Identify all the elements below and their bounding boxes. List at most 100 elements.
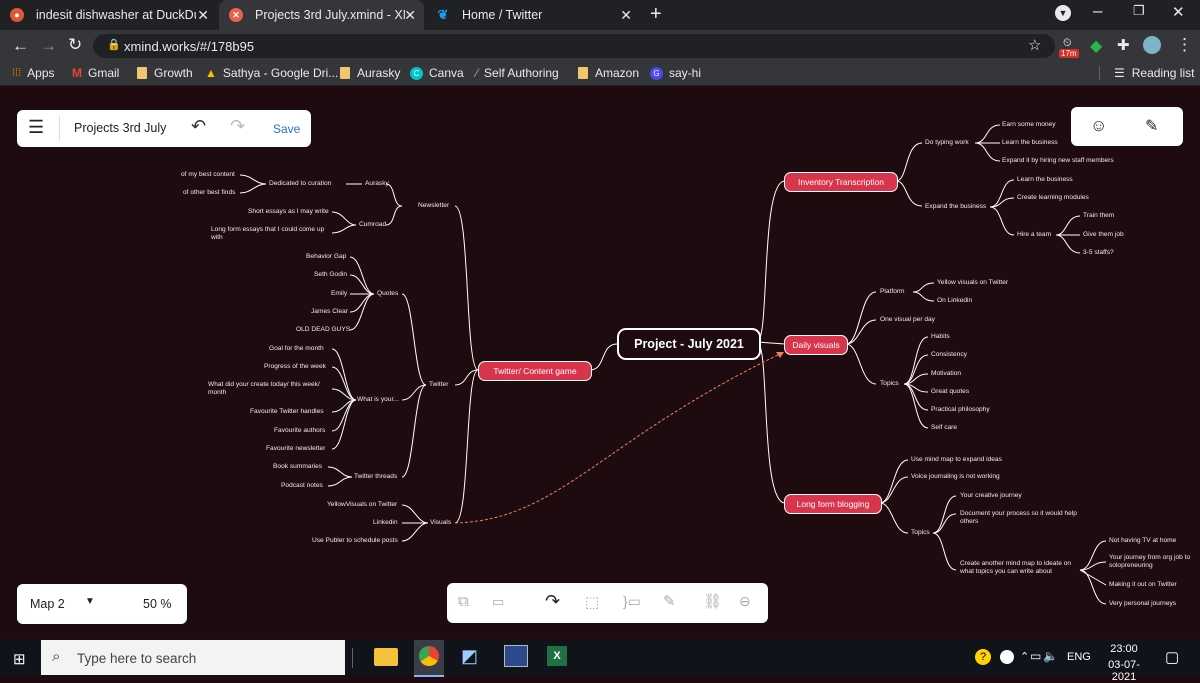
save-button[interactable]: Save (273, 122, 300, 136)
subtopic[interactable]: Great quotes (931, 388, 969, 396)
network-icon[interactable]: ▭ (1030, 649, 1041, 663)
clock[interactable]: 23:00 03-07-2021 (1098, 643, 1150, 683)
excel-icon[interactable]: X (547, 646, 567, 666)
subtopic[interactable]: Newsletter (418, 202, 449, 210)
subtopic[interactable]: Consistency (931, 351, 967, 359)
subtopic[interactable]: of other best finds (183, 189, 235, 197)
subtopic[interactable]: Linkedin (373, 519, 398, 527)
subtopic[interactable]: Twitter (429, 381, 448, 389)
note-icon[interactable]: ✎ (663, 592, 676, 610)
windows-start-icon[interactable]: ⊞ (13, 650, 26, 668)
subtopic[interactable]: Progress of the week (264, 363, 326, 371)
emoji-sticker-icon[interactable]: ☺ (1090, 116, 1107, 136)
redo-icon[interactable]: ↷ (230, 116, 245, 137)
subtopic[interactable]: of my best content (181, 171, 235, 179)
subtopic[interactable]: Give them job (1083, 231, 1124, 239)
subtopic[interactable]: James Clear (311, 308, 348, 316)
subtopic[interactable]: On Linkedin (937, 297, 972, 305)
subtopic[interactable]: Favourite newsletter (266, 445, 325, 453)
subtopic[interactable]: Hire a team (1017, 231, 1051, 239)
topic-twitter-content-game[interactable]: Twitter/ Content game (478, 361, 592, 381)
user-icon[interactable] (1000, 650, 1014, 664)
subtopic[interactable]: Create another mind map to ideate on wha… (960, 560, 1080, 576)
sheet-name[interactable]: Map 2 (30, 597, 65, 611)
topic-inventory-transcription[interactable]: Inventory Transcription (784, 172, 898, 192)
subtopic[interactable]: Use Publer to schedule posts (312, 537, 398, 545)
subtopic[interactable]: Visuals (430, 519, 451, 527)
subtopic[interactable]: Favourite Twitter handles (250, 408, 324, 416)
subtopic[interactable]: Document your process so it would help o… (960, 510, 1085, 526)
subtopic[interactable]: Twitter threads (354, 473, 397, 481)
subtopic[interactable]: Making it out on Twitter (1109, 581, 1177, 589)
subtopic[interactable]: Very personal journeys (1109, 600, 1176, 608)
subtopic[interactable]: Earn some money (1002, 121, 1056, 129)
subtopic[interactable]: Platform (880, 288, 905, 296)
subtopic[interactable]: Motivation (931, 370, 961, 378)
subtopic[interactable]: Practical philosophy (931, 406, 990, 414)
help-icon[interactable]: ? (975, 649, 991, 665)
volume-icon[interactable]: 🔈 (1043, 649, 1058, 663)
subtopic[interactable]: Dedicated to curation (269, 180, 331, 188)
subtopic[interactable]: Cumroad (359, 221, 386, 229)
subtopic[interactable]: 3-5 staffs? (1083, 249, 1114, 257)
subtopic[interactable]: Self care (931, 424, 957, 432)
subtopic[interactable]: Expand the business (925, 203, 986, 211)
format-brush-icon[interactable]: ✎ (1145, 116, 1158, 136)
subtopic[interactable]: Emily (331, 290, 347, 298)
hamburger-menu-icon[interactable]: ☰ (28, 117, 44, 138)
sheet-dropdown-icon[interactable]: ▼ (85, 596, 95, 607)
subtopic[interactable]: Short essays as I may write (248, 208, 329, 216)
label-icon[interactable]: ⊖ (739, 593, 751, 610)
subtopic[interactable]: One visual per day (880, 316, 935, 324)
language-indicator[interactable]: ENG (1067, 651, 1091, 663)
file-explorer-icon[interactable] (374, 648, 398, 666)
topic-long-form-blogging[interactable]: Long form blogging (784, 494, 882, 514)
link-icon[interactable]: ⛓ (703, 592, 722, 610)
subtopic[interactable]: Learn the business (1017, 176, 1073, 184)
subtopic[interactable]: What did your create today/ this week/ m… (208, 381, 332, 397)
subtopic[interactable]: What is your... (357, 396, 399, 404)
subtopic[interactable]: Do typing work (925, 139, 969, 147)
app-icon[interactable]: ◩ (461, 646, 478, 667)
subtopic[interactable]: Goal for the month (269, 345, 324, 353)
subtopic[interactable]: Behavior Gap (306, 253, 346, 261)
writing-app-icon[interactable] (504, 645, 528, 667)
subtopic[interactable]: Your creative journey (960, 492, 1022, 500)
subtopic[interactable]: Yellow visuals on Twitter (937, 279, 1008, 287)
summary-icon[interactable]: }▭ (623, 593, 641, 610)
subtopic[interactable]: Podcast notes (281, 482, 323, 490)
boundary-icon[interactable]: ⬚ (585, 593, 599, 611)
subtopic[interactable]: OLD DEAD GUYS (296, 326, 350, 334)
subtopic-icon[interactable]: ⧉ (458, 593, 469, 610)
topic-daily-visuals[interactable]: Daily visuals (784, 335, 848, 355)
taskbar-search-box[interactable]: ⌕ Type here to search (41, 640, 345, 675)
subtopic[interactable]: Seth Godin (314, 271, 347, 279)
subtopic[interactable]: Topics (880, 380, 899, 388)
subtopic[interactable]: Habits (931, 333, 950, 341)
subtopic[interactable]: Learn the business (1002, 139, 1058, 147)
subtopic[interactable]: Create learning modules (1017, 194, 1089, 202)
subtopic[interactable]: Quotes (377, 290, 398, 298)
subtopic[interactable]: Not having TV at home (1109, 537, 1176, 545)
subtopic[interactable]: Aurasky (365, 180, 389, 188)
subtopic[interactable]: Voice journaling is not working (911, 473, 1000, 481)
subtopic[interactable]: Use mind map to expand ideas (911, 456, 1002, 464)
chrome-taskbar-button[interactable] (414, 640, 444, 677)
undo-icon[interactable]: ↶ (191, 116, 206, 137)
subtopic[interactable]: YellowVisuals on Twitter (327, 501, 397, 509)
topic-icon[interactable]: ▭ (492, 594, 504, 610)
subtopic[interactable]: Train them (1083, 212, 1114, 220)
subtopic[interactable]: Topics (911, 529, 930, 537)
show-hidden-icons-icon[interactable]: ⌃ (1020, 650, 1029, 663)
subtopic[interactable]: Book summaries (273, 463, 322, 471)
style-toolbar: ☺ ✎ (1071, 107, 1183, 146)
subtopic[interactable]: Your journey from org job to solopreneur… (1109, 554, 1197, 570)
subtopic[interactable]: Favourite authors (274, 427, 325, 435)
file-title[interactable]: Projects 3rd July (74, 121, 166, 135)
zoom-level[interactable]: 50 % (143, 597, 172, 611)
relationship-icon[interactable]: ↷ (545, 591, 560, 612)
subtopic[interactable]: Expand it by hiring new staff members (1002, 157, 1114, 165)
root-topic[interactable]: Project - July 2021 (617, 328, 761, 360)
subtopic[interactable]: Long form essays that I could come up wi… (211, 226, 331, 242)
notification-icon[interactable]: ▢ (1165, 648, 1179, 666)
